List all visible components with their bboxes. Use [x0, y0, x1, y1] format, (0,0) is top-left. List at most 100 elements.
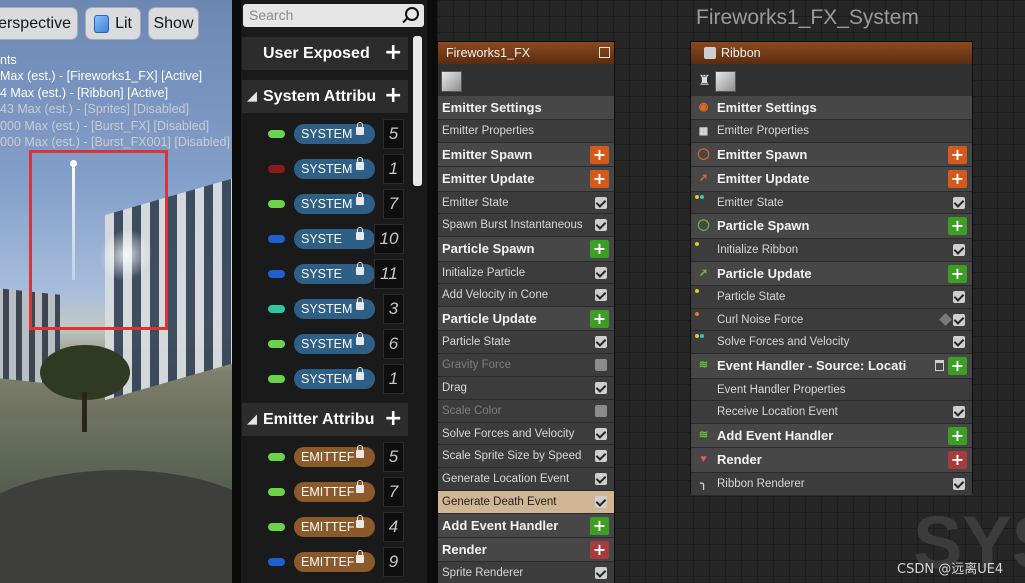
stack-group[interactable]: Particle Spawn +: [438, 237, 614, 262]
open-emitter-icon[interactable]: [599, 47, 610, 58]
search-input[interactable]: Search: [243, 4, 424, 27]
add-module-button[interactable]: +: [948, 427, 967, 446]
add-module-button[interactable]: +: [948, 146, 967, 165]
scrollbar-thumb[interactable]: [413, 36, 422, 186]
emitter-enabled-checkbox[interactable]: [704, 47, 716, 59]
module-enabled-checkbox[interactable]: [595, 336, 607, 349]
add-module-button[interactable]: +: [590, 516, 609, 535]
module-enabled-checkbox[interactable]: [953, 477, 965, 490]
emitter-node-fireworks1-fx[interactable]: Fireworks1_FX Emitter Settings Emitter Pr…: [437, 41, 615, 583]
stack-group[interactable]: ➚ Particle Update +: [691, 261, 972, 286]
stack-group[interactable]: ➚ Emitter Update +: [691, 167, 972, 192]
stack-group[interactable]: Render +: [438, 538, 614, 563]
system-attributes-header[interactable]: ◢ System Attribu +: [242, 80, 408, 113]
stack-module[interactable]: Sprite Renderer: [438, 562, 614, 583]
stack-module[interactable]: Emitter State: [691, 191, 972, 215]
add-module-button[interactable]: +: [948, 217, 967, 236]
stack-module[interactable]: Generate Location Event: [438, 468, 614, 492]
stack-group[interactable]: ◯ Particle Spawn +: [691, 214, 972, 239]
stack-module[interactable]: Scale Sprite Size by Speed: [438, 445, 614, 469]
parameter-row[interactable]: SYSTE 10: [242, 222, 408, 257]
collapse-triangle-icon[interactable]: ◢: [247, 412, 263, 427]
emitter-attributes-header[interactable]: ◢ Emitter Attribu +: [242, 403, 408, 436]
add-parameter-button[interactable]: +: [384, 408, 402, 430]
stack-module[interactable]: Curl Noise Force: [691, 308, 972, 332]
module-enabled-checkbox[interactable]: [953, 243, 965, 256]
stack-module[interactable]: Initialize Particle: [438, 261, 614, 285]
parameter-row[interactable]: SYSTEM 7: [242, 187, 408, 222]
stack-module[interactable]: Drag: [438, 377, 614, 400]
add-module-button[interactable]: +: [590, 170, 609, 189]
module-enabled-checkbox[interactable]: [595, 567, 607, 580]
stack-group[interactable]: ≋ Event Handler - Source: LocationEv +: [691, 354, 972, 379]
stack-module[interactable]: Emitter Properties: [438, 120, 614, 144]
module-enabled-checkbox[interactable]: [595, 450, 607, 463]
stack-module[interactable]: Initialize Ribbon: [691, 238, 972, 262]
stack-group[interactable]: ≋ Add Event Handler +: [691, 424, 972, 449]
module-enabled-checkbox[interactable]: [595, 427, 607, 440]
emitter-thumbnail[interactable]: [715, 71, 736, 92]
stack-module[interactable]: Emitter State: [438, 191, 614, 215]
stack-module[interactable]: Spawn Burst Instantaneous: [438, 214, 614, 238]
parameter-row[interactable]: SYSTEM 6: [242, 327, 408, 362]
parameter-row[interactable]: EMITTEF 7: [242, 475, 408, 510]
add-module-button[interactable]: +: [590, 240, 609, 259]
stack-group[interactable]: Particle Update +: [438, 307, 614, 332]
module-enabled-checkbox[interactable]: [595, 496, 607, 509]
parameter-row[interactable]: SYSTE 11: [242, 257, 408, 292]
add-module-button[interactable]: +: [948, 451, 967, 470]
stack-group[interactable]: ♥ Render +: [691, 448, 972, 473]
parameter-row[interactable]: SYSTEM 3: [242, 292, 408, 327]
perspective-button[interactable]: erspective: [0, 7, 78, 40]
stack-module[interactable]: Event Handler Properties: [691, 378, 972, 402]
module-enabled-checkbox[interactable]: [953, 196, 965, 209]
stack-group[interactable]: Emitter Settings: [438, 96, 614, 121]
stack-module[interactable]: ╮ Ribbon Renderer: [691, 472, 972, 496]
add-module-button[interactable]: +: [948, 357, 967, 376]
parameter-row[interactable]: SYSTEM 5: [242, 117, 408, 152]
module-enabled-checkbox[interactable]: [595, 196, 607, 209]
node-header[interactable]: Fireworks1_FX: [438, 42, 614, 64]
show-button[interactable]: Show: [148, 7, 199, 40]
module-enabled-checkbox[interactable]: [595, 359, 607, 372]
emitter-node-ribbon[interactable]: Ribbon ♜ ◉ Emitter Settings ▦ Emitter Prope…: [690, 41, 973, 496]
lit-button[interactable]: Lit: [85, 7, 141, 40]
module-enabled-checkbox[interactable]: [595, 404, 607, 417]
stack-module[interactable]: Receive Location Event: [691, 401, 972, 425]
stack-group[interactable]: ◉ Emitter Settings: [691, 96, 972, 121]
collapse-triangle-icon[interactable]: ◢: [247, 89, 263, 104]
module-enabled-checkbox[interactable]: [595, 473, 607, 486]
stack-module[interactable]: Particle State: [438, 331, 614, 355]
module-enabled-checkbox[interactable]: [595, 219, 607, 232]
trash-icon[interactable]: [935, 360, 944, 372]
node-header[interactable]: Ribbon: [691, 42, 972, 64]
user-exposed-header[interactable]: User Exposed +: [242, 37, 408, 70]
add-module-button[interactable]: +: [948, 170, 967, 189]
preview-viewport[interactable]: erspective Lit Show nts Max (est.) - [Fi…: [0, 0, 232, 583]
stack-module[interactable]: Generate Death Event: [438, 491, 614, 514]
stack-module[interactable]: Solve Forces and Velocity: [438, 422, 614, 446]
stack-group[interactable]: Add Event Handler +: [438, 513, 614, 539]
panel-splitter[interactable]: [427, 0, 437, 583]
module-enabled-checkbox[interactable]: [953, 313, 965, 326]
stack-group[interactable]: Emitter Update +: [438, 167, 614, 192]
panel-splitter[interactable]: [232, 0, 241, 583]
add-module-button[interactable]: +: [948, 264, 967, 283]
system-graph[interactable]: Fireworks1_FX_System Fireworks1_FX Emitt…: [437, 0, 1025, 583]
module-enabled-checkbox[interactable]: [595, 382, 607, 395]
stack-module[interactable]: Scale Color: [438, 399, 614, 423]
parameter-row[interactable]: EMITTEF 4: [242, 510, 408, 545]
parameter-row[interactable]: SYSTEM 1: [242, 152, 408, 187]
scrollbar[interactable]: [411, 36, 424, 583]
add-module-button[interactable]: +: [590, 541, 609, 560]
module-enabled-checkbox[interactable]: [595, 266, 607, 279]
stack-module[interactable]: Solve Forces and Velocity: [691, 331, 972, 355]
stack-group[interactable]: Emitter Spawn +: [438, 143, 614, 168]
stack-module[interactable]: Particle State: [691, 285, 972, 309]
module-enabled-checkbox[interactable]: [953, 290, 965, 303]
stack-group[interactable]: ◯ Emitter Spawn +: [691, 143, 972, 168]
stack-module[interactable]: Add Velocity in Cone: [438, 284, 614, 308]
add-module-button[interactable]: +: [590, 146, 609, 165]
search-icon[interactable]: [405, 7, 419, 21]
add-parameter-button[interactable]: +: [384, 42, 402, 64]
